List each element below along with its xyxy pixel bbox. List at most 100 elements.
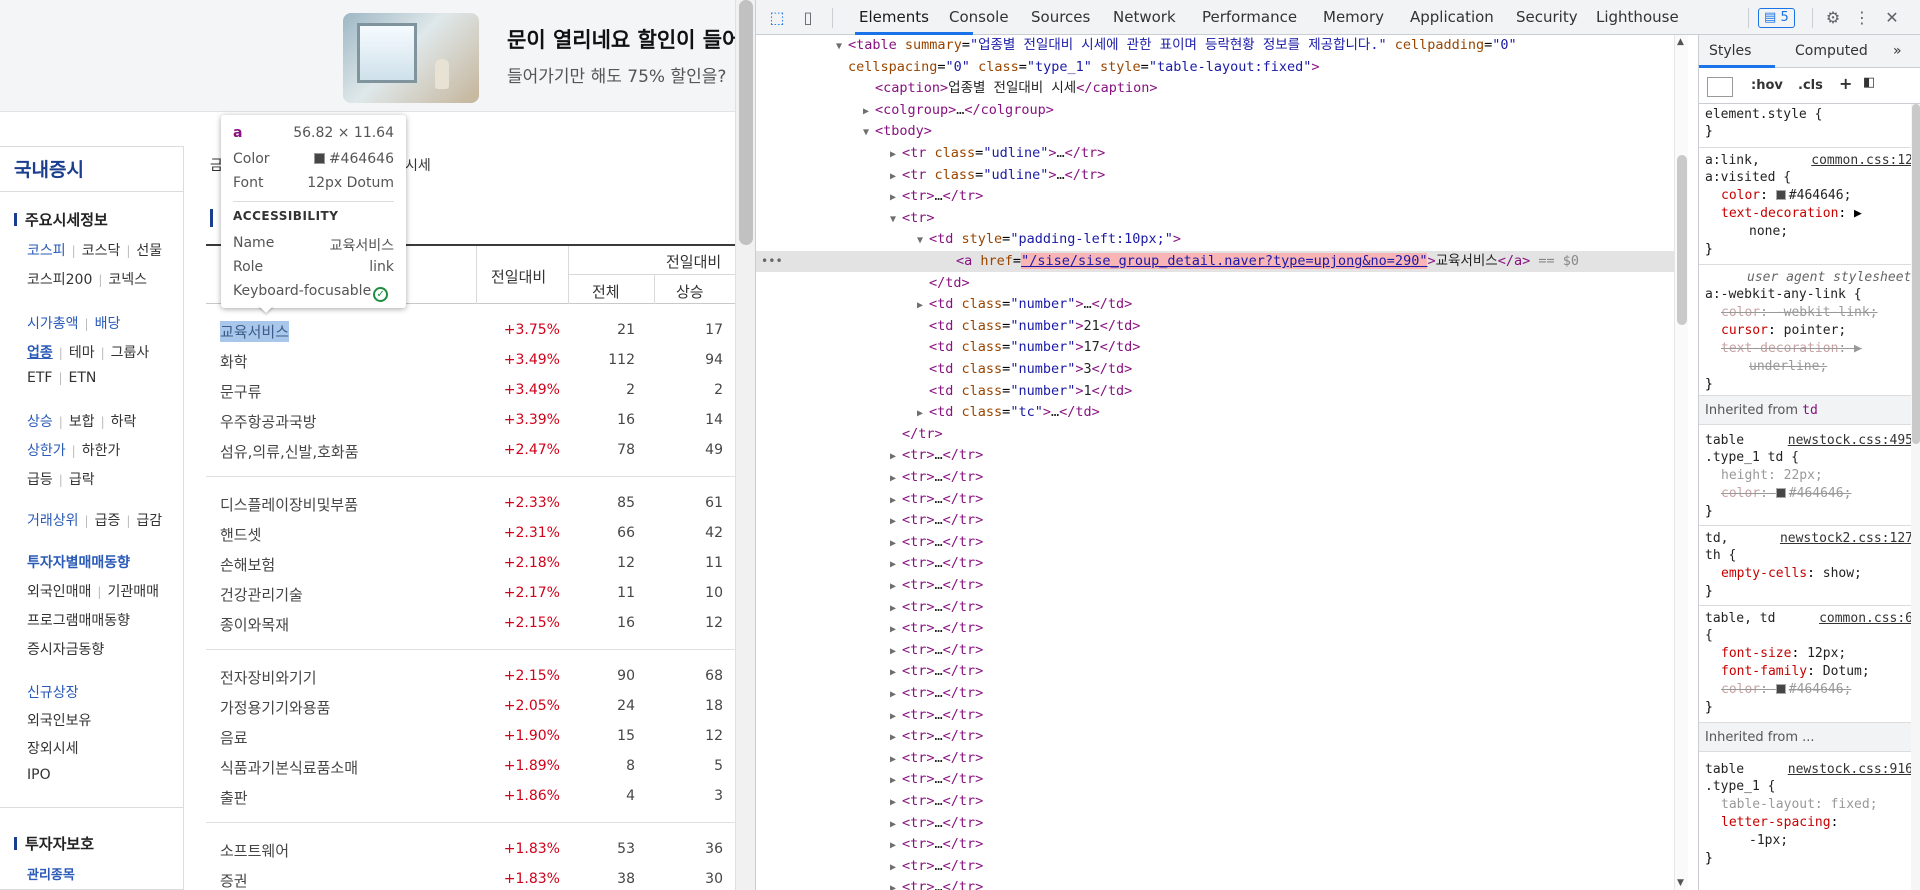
dom-node[interactable]: ▶ <tr class="udline">…</tr>: [756, 143, 1681, 164]
tab-network[interactable]: Network: [1113, 8, 1176, 26]
dom-node[interactable]: ▶ <tr>…</tr>: [756, 877, 1681, 890]
industry-link[interactable]: 증권: [220, 870, 248, 890]
dom-node[interactable]: <td class="number">17</td>: [756, 337, 1681, 358]
dom-node[interactable]: ▶ <tr>…</tr>: [756, 683, 1681, 704]
dom-node[interactable]: ▶ <td class="tc">…</td>: [756, 402, 1681, 423]
nav-volume-top[interactable]: 거래상위: [27, 513, 79, 529]
dom-node[interactable]: ▶ <tr>…</tr>: [756, 186, 1681, 207]
tab-computed[interactable]: Computed: [1795, 43, 1868, 59]
dom-node[interactable]: cellspacing="0" class="type_1" style="ta…: [756, 57, 1681, 78]
nav-investor-trend[interactable]: 투자자별매매동향: [27, 552, 130, 572]
nav-kosdaq[interactable]: 코스닥: [82, 243, 121, 259]
nav-plunge[interactable]: 급락: [69, 472, 95, 488]
nav-kospi200[interactable]: 코스피200: [27, 272, 92, 288]
dom-node[interactable]: <caption>업종별 전일대비 시세</caption>: [756, 78, 1681, 99]
industry-link[interactable]: 전자장비와기기: [220, 667, 317, 688]
industry-link[interactable]: 건강관리기술: [220, 584, 303, 605]
more-options-icon[interactable]: ⋮: [1851, 7, 1873, 29]
dom-node[interactable]: ▶ <tr>…</tr>: [756, 856, 1681, 877]
nav-deposit[interactable]: 증시자금동향: [27, 639, 104, 659]
nav-industry[interactable]: 업종: [27, 345, 53, 361]
ad-title[interactable]: 문이 열리네요 할인이 들어: [507, 24, 735, 54]
nav-volume-surge[interactable]: 급증: [95, 513, 121, 529]
industry-link[interactable]: 가정용기기와용품: [220, 697, 330, 718]
dom-node[interactable]: </tr>: [756, 424, 1681, 445]
industry-link[interactable]: 화학: [220, 351, 248, 372]
dom-node[interactable]: ▼ <table summary="업종별 전일대비 시세에 관한 표이며 등락현…: [756, 35, 1681, 56]
tab-performance[interactable]: Performance: [1202, 8, 1297, 26]
dom-node[interactable]: ▶ <tr>…</tr>: [756, 813, 1681, 834]
dom-node[interactable]: ▼ <td style="padding-left:10px;">: [756, 229, 1681, 250]
dom-node[interactable]: ▶ <tr>…</tr>: [756, 510, 1681, 531]
nav-fall[interactable]: 하락: [111, 414, 137, 430]
industry-link[interactable]: 교육서비스: [220, 321, 290, 342]
nav-upper-limit[interactable]: 상한가: [27, 443, 66, 459]
nav-market-cap[interactable]: 시가총액: [27, 316, 79, 332]
new-rule-icon[interactable]: +: [1839, 74, 1852, 93]
tab-styles[interactable]: Styles: [1709, 43, 1751, 59]
nav-surge[interactable]: 급등: [27, 472, 53, 488]
industry-link[interactable]: 핸드셋: [220, 524, 261, 545]
nav-kospi[interactable]: 코스피: [27, 243, 66, 259]
dom-node[interactable]: ▶ <tr>…</tr>: [756, 726, 1681, 747]
nav-foreign-holding[interactable]: 외국인보유: [27, 710, 91, 730]
nav-volume-drop[interactable]: 급감: [136, 513, 162, 529]
nav-otc[interactable]: 장외시세: [27, 738, 79, 758]
industry-link[interactable]: 섬유,의류,신발,호화품: [220, 441, 359, 462]
nav-rise[interactable]: 상승: [27, 414, 53, 430]
dom-node[interactable]: ▶ <tr>…</tr>: [756, 597, 1681, 618]
dom-node[interactable]: ▶ <tr class="udline">…</tr>: [756, 165, 1681, 186]
nav-etn[interactable]: ETN: [69, 370, 97, 386]
dom-node[interactable]: ▶ <tr>…</tr>: [756, 532, 1681, 553]
tab-console[interactable]: Console: [949, 8, 1009, 26]
dom-node-selected[interactable]: <a href="/sise/sise_group_detail.naver?t…: [756, 251, 1681, 272]
industry-link[interactable]: 종이와목재: [220, 614, 289, 635]
device-toolbar-icon[interactable]: ▯: [797, 7, 819, 29]
nav-institution-trade[interactable]: 기관매매: [107, 584, 159, 600]
dom-node[interactable]: ▶ <tr>…</tr>: [756, 705, 1681, 726]
nav-etf[interactable]: ETF: [27, 370, 52, 386]
nav-flat[interactable]: 보합: [69, 414, 95, 430]
nav-foreign-trade[interactable]: 외국인매매: [27, 584, 91, 600]
more-tabs-icon[interactable]: »: [1893, 43, 1902, 59]
ad-banner[interactable]: 문이 열리네요 할인이 들어 들어가기만 해도 75% 할인을?: [0, 0, 735, 112]
tab-sources[interactable]: Sources: [1031, 8, 1090, 26]
elements-scrollbar[interactable]: ▲ ▼: [1674, 35, 1688, 890]
hov-toggle[interactable]: :hov: [1751, 78, 1783, 93]
nav-theme[interactable]: 테마: [69, 345, 95, 361]
industry-link[interactable]: 음료: [220, 727, 248, 748]
dom-node[interactable]: ▼ <tbody>: [756, 121, 1681, 142]
nav-ipo[interactable]: IPO: [27, 767, 51, 783]
dom-node[interactable]: ▶ <tr>…</tr>: [756, 661, 1681, 682]
source-link-newstock-495[interactable]: newstock.css:495: [1788, 433, 1913, 448]
industry-link[interactable]: 출판: [220, 787, 248, 808]
source-link-common-6[interactable]: common.css:6: [1819, 611, 1913, 626]
dom-node[interactable]: ▼ <tr>: [756, 208, 1681, 229]
nav-managed[interactable]: 관리종목: [27, 864, 75, 883]
dom-node[interactable]: ▶ <tr>…</tr>: [756, 748, 1681, 769]
dom-node[interactable]: ▶ <tr>…</tr>: [756, 791, 1681, 812]
toggle-sidebar-icon[interactable]: ◧: [1863, 75, 1875, 90]
industry-link[interactable]: 디스플레이장비및부품: [220, 494, 358, 515]
source-link-newstock2-127[interactable]: newstock2.css:127: [1780, 531, 1913, 546]
tab-lighthouse[interactable]: Lighthouse: [1596, 8, 1679, 26]
industry-link[interactable]: 식품과기본식료품소매: [220, 757, 358, 778]
dom-node[interactable]: ▶ <tr>…</tr>: [756, 445, 1681, 466]
dom-node[interactable]: <td class="number">3</td>: [756, 359, 1681, 380]
tab-application[interactable]: Application: [1410, 8, 1494, 26]
dom-node[interactable]: ▶ <tr>…</tr>: [756, 575, 1681, 596]
dom-node[interactable]: ▶ <colgroup>…</colgroup>: [756, 100, 1681, 121]
dom-node[interactable]: ▶ <tr>…</tr>: [756, 618, 1681, 639]
source-link-newstock-916[interactable]: newstock.css:916: [1788, 762, 1913, 777]
industry-link[interactable]: 문구류: [220, 381, 261, 402]
dom-node[interactable]: <td class="number">1</td>: [756, 381, 1681, 402]
cls-toggle[interactable]: .cls: [1798, 78, 1823, 93]
styles-scrollbar[interactable]: [1911, 104, 1920, 890]
close-icon[interactable]: ✕: [1881, 7, 1903, 29]
nav-futures[interactable]: 선물: [136, 243, 162, 259]
dom-node[interactable]: <td class="number">21</td>: [756, 316, 1681, 337]
industry-link[interactable]: 소프트웨어: [220, 840, 289, 861]
tab-memory[interactable]: Memory: [1323, 8, 1384, 26]
dom-node[interactable]: </td>: [756, 273, 1681, 294]
ad-image[interactable]: [343, 13, 479, 103]
